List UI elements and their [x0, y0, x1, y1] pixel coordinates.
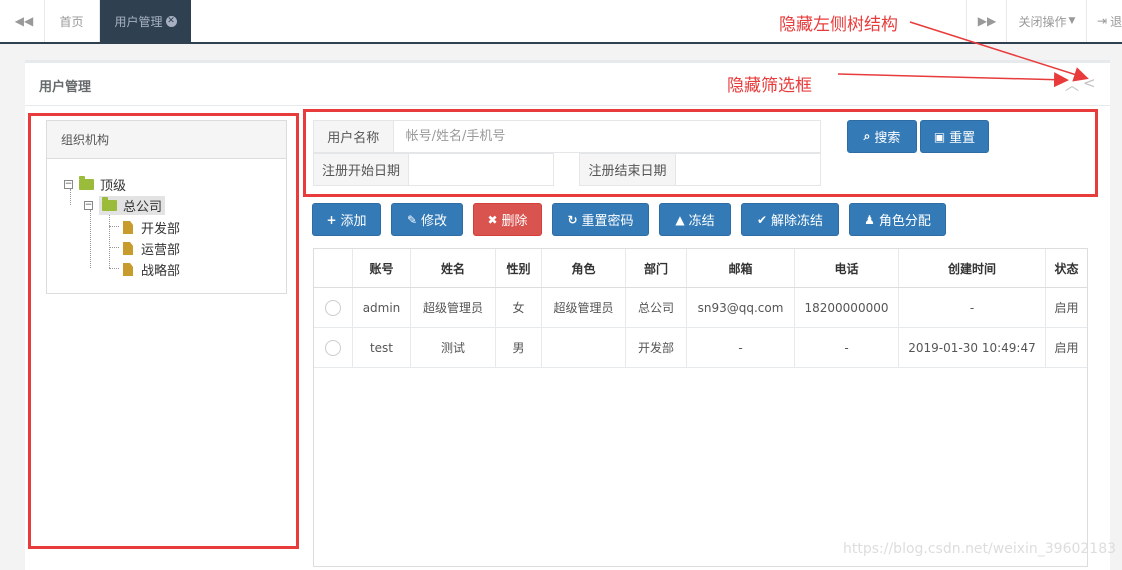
chevron-up-icon[interactable]: ︿ — [1065, 75, 1079, 95]
sign-out-icon: ⇥ — [1097, 14, 1108, 28]
panel-title: 用户管理 — [39, 80, 92, 95]
table-cell: admin — [352, 287, 411, 328]
table-cell: sn93@qq.com — [686, 287, 795, 328]
column-header[interactable]: 性别 — [495, 249, 542, 288]
user-table: 账号 姓名 性别 角色 部门 邮箱 电话 创建时间 状态 admin 超级管理员… — [313, 248, 1088, 567]
scroll-left-button[interactable]: ◀◀ — [4, 0, 45, 42]
collapse-toggle-icon[interactable]: − — [84, 201, 93, 210]
tree-node-root[interactable]: − 顶级 — [64, 175, 126, 194]
reset-password-button[interactable]: ↻ 重置密码 — [552, 203, 649, 236]
caret-down-icon: ▼ — [1068, 16, 1076, 26]
table-cell: 超级管理员 — [410, 287, 496, 328]
watermark: https://blog.csdn.net/weixin_39602183 — [843, 541, 1117, 557]
org-tree-title: 组织机构 — [47, 121, 286, 159]
table-cell: 总公司 — [625, 287, 687, 328]
tab-bar: ◀◀ 首页 用户管理 ✕ ▶▶ 关闭操作 ▼ ⇥ 退 — [0, 0, 1122, 44]
table-row[interactable]: test 测试 男 开发部 - - 2019-01-30 10:49:47 启用 — [314, 327, 1087, 368]
trash-icon: ▣ — [933, 129, 946, 144]
tree-node-dev[interactable]: 开发部 — [123, 218, 180, 237]
table-cell: 开发部 — [625, 327, 687, 368]
file-icon — [123, 263, 133, 276]
annotation-hide-tree: 隐藏左侧树结构 — [779, 15, 898, 35]
table-cell: 启用 — [1045, 287, 1087, 328]
table-cell: 测试 — [410, 327, 496, 368]
exit-button[interactable]: ⇥ 退 — [1086, 0, 1122, 42]
tree-node-ops[interactable]: 运营部 — [123, 239, 180, 258]
table-cell: - — [794, 327, 899, 368]
table-cell: - — [686, 327, 795, 368]
double-right-arrow-icon: ▶▶ — [977, 14, 997, 28]
warning-icon: ▲ — [675, 212, 685, 227]
file-icon — [123, 221, 133, 234]
times-icon: ✖ — [487, 212, 498, 227]
row-radio[interactable] — [325, 299, 341, 316]
assign-role-button[interactable]: ♟ 角色分配 — [849, 203, 946, 236]
edit-button[interactable]: ✎ 修改 — [391, 203, 463, 236]
username-label: 用户名称 — [314, 121, 394, 152]
unfreeze-button[interactable]: ✔ 解除冻结 — [741, 203, 839, 236]
select-column-header — [314, 249, 353, 288]
column-header[interactable]: 角色 — [541, 249, 626, 288]
username-input[interactable] — [393, 121, 820, 152]
start-date-input[interactable] — [409, 154, 553, 185]
check-circle-icon: ✔ — [756, 212, 768, 227]
column-header[interactable]: 账号 — [352, 249, 411, 288]
column-header[interactable]: 部门 — [625, 249, 687, 288]
table-header-row: 账号 姓名 性别 角色 部门 邮箱 电话 创建时间 状态 — [314, 249, 1087, 288]
scroll-right-button[interactable]: ▶▶ — [966, 0, 1007, 42]
table-cell: 男 — [495, 327, 542, 368]
panel-header: 用户管理 ︿ < — [25, 63, 1110, 106]
tab-user-management[interactable]: 用户管理 ✕ — [100, 0, 191, 42]
folder-open-icon — [102, 197, 117, 211]
column-header[interactable]: 姓名 — [410, 249, 496, 288]
file-icon — [123, 242, 133, 255]
table-cell — [541, 327, 626, 368]
table-cell: - — [898, 287, 1046, 328]
table-cell: 女 — [495, 287, 542, 328]
column-header[interactable]: 状态 — [1045, 249, 1087, 288]
tree-node-company[interactable]: − 总公司 — [84, 196, 166, 215]
tab-home[interactable]: 首页 — [44, 0, 100, 42]
table-cell: 18200000000 — [794, 287, 899, 328]
start-date-label: 注册开始日期 — [314, 154, 409, 185]
username-search-group: 用户名称 — [313, 120, 821, 153]
folder-open-icon — [79, 176, 94, 190]
user-secret-icon: ♟ — [864, 212, 875, 227]
delete-button[interactable]: ✖ 删除 — [473, 203, 542, 236]
end-date-input[interactable] — [676, 154, 820, 185]
column-header[interactable]: 电话 — [794, 249, 899, 288]
tree-node-strategy[interactable]: 战略部 — [123, 260, 180, 279]
table-cell: 启用 — [1045, 327, 1087, 368]
row-radio[interactable] — [325, 339, 341, 356]
start-date-group: 注册开始日期 — [313, 153, 554, 186]
table-row[interactable]: admin 超级管理员 女 超级管理员 总公司 sn93@qq.com 1820… — [314, 287, 1087, 328]
double-left-arrow-icon: ◀◀ — [14, 14, 34, 28]
annotation-hide-filter: 隐藏筛选框 — [727, 76, 812, 96]
add-button[interactable]: + 添加 — [312, 203, 381, 236]
search-icon: ⌕ — [863, 129, 871, 143]
end-date-group: 注册结束日期 — [579, 153, 821, 186]
collapse-toggle-icon[interactable]: − — [64, 180, 73, 189]
refresh-icon: ↻ — [567, 212, 578, 227]
freeze-button[interactable]: ▲ 冻结 — [659, 203, 731, 236]
close-operations-dropdown[interactable]: 关闭操作 ▼ — [1006, 0, 1087, 42]
close-icon[interactable]: ✕ — [165, 15, 177, 27]
reset-button[interactable]: ▣ 重置 — [920, 120, 989, 153]
column-header[interactable]: 邮箱 — [686, 249, 795, 288]
chevron-left-icon[interactable]: < — [1083, 74, 1096, 92]
table-cell: 2019-01-30 10:49:47 — [898, 327, 1046, 368]
column-header[interactable]: 创建时间 — [898, 249, 1046, 288]
table-cell: 超级管理员 — [541, 287, 626, 328]
end-date-label: 注册结束日期 — [580, 154, 676, 185]
edit-icon: ✎ — [406, 212, 418, 227]
table-cell: test — [352, 327, 411, 368]
plus-icon: + — [326, 212, 337, 227]
search-button[interactable]: ⌕ 搜索 — [847, 120, 917, 153]
